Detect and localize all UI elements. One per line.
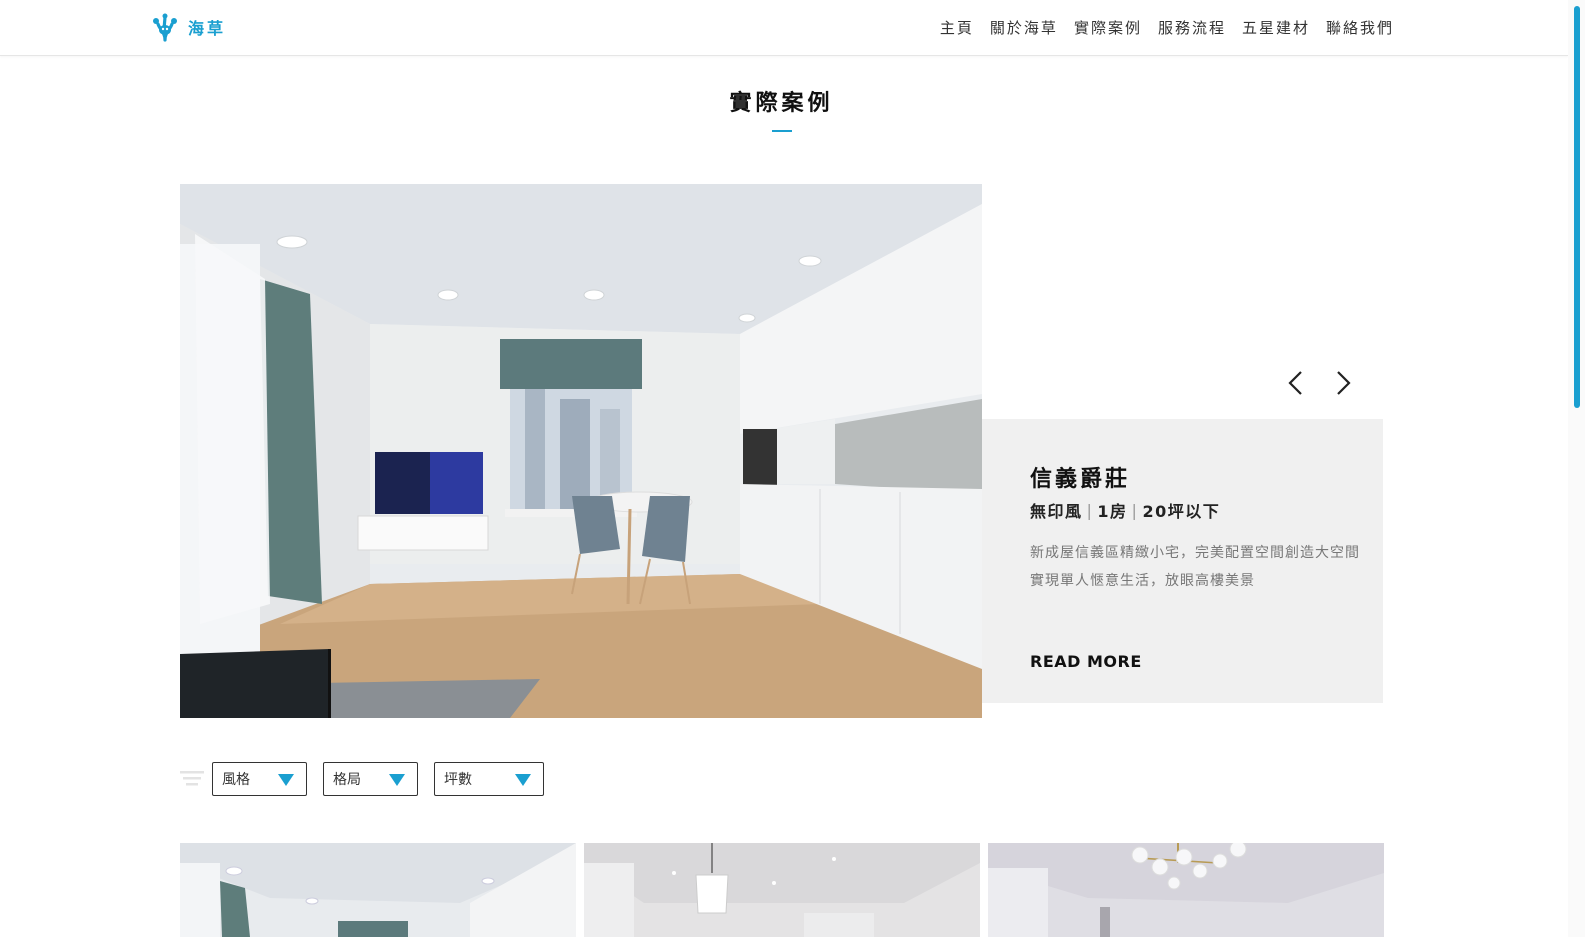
case-style: 無印風 — [1030, 502, 1083, 521]
case-thumbnail[interactable] — [180, 843, 576, 937]
case-size: 20坪以下 — [1142, 502, 1221, 521]
brand-logo[interactable]: 海草 — [150, 12, 226, 42]
caret-down-icon — [389, 774, 405, 786]
style-filter-label: 風格 — [222, 772, 250, 788]
case-title: 信義爵莊 — [1030, 467, 1131, 492]
read-more-link[interactable]: READ MORE — [1030, 652, 1142, 671]
layout-filter-dropdown[interactable]: 格局 — [323, 762, 418, 796]
thumbnail-photo — [584, 843, 980, 937]
case-rooms: 1房 — [1097, 502, 1128, 521]
thumbnail-photo — [180, 843, 576, 937]
scrollbar-thumb[interactable] — [1574, 6, 1580, 408]
site-header: 海草 主頁 關於海草 實際案例 服務流程 五星建材 聯絡我們 — [0, 0, 1568, 56]
meta-separator: | — [1086, 500, 1094, 520]
nav-item-home[interactable]: 主頁 — [940, 17, 974, 38]
interior-photo — [180, 184, 982, 718]
seaweed-logo-icon — [153, 13, 177, 42]
size-filter-dropdown[interactable]: 坪數 — [434, 762, 544, 796]
caret-down-icon — [278, 774, 294, 786]
carousel-prev-button[interactable] — [1284, 368, 1308, 398]
nav-item-cases[interactable]: 實際案例 — [1074, 17, 1142, 38]
carousel-next-button[interactable] — [1331, 368, 1355, 398]
size-filter-label: 坪數 — [444, 772, 472, 788]
nav-item-about[interactable]: 關於海草 — [990, 17, 1058, 38]
chevron-right-icon — [1337, 371, 1351, 395]
nav-item-materials[interactable]: 五星建材 — [1242, 17, 1310, 38]
featured-case-card: 信義爵莊 無印風 | 1房 | 20坪以下 新成屋信義區精緻小宅，完美配置空間創… — [982, 419, 1383, 703]
case-description: 新成屋信義區精緻小宅，完美配置空間創造大空間實現單人愜意生活，放眼高樓美景 — [1030, 545, 1360, 589]
case-thumbnail[interactable] — [584, 843, 980, 937]
nav-item-process[interactable]: 服務流程 — [1158, 17, 1226, 38]
case-meta: 無印風 | 1房 | 20坪以下 — [1030, 498, 1220, 522]
filter-icon — [180, 770, 204, 788]
chevron-left-icon — [1288, 371, 1302, 395]
brand-name: 海草 — [188, 19, 227, 38]
featured-case-photo[interactable] — [180, 184, 982, 718]
page-title: 實際案例 — [729, 91, 834, 116]
thumbnail-photo — [988, 843, 1384, 937]
title-underline — [772, 130, 792, 132]
nav-item-contact[interactable]: 聯絡我們 — [1326, 17, 1394, 38]
caret-down-icon — [515, 774, 531, 786]
case-thumbnail[interactable] — [988, 843, 1384, 937]
layout-filter-label: 格局 — [333, 772, 361, 788]
meta-separator: | — [1131, 500, 1139, 520]
main-nav: 主頁 關於海草 實際案例 服務流程 五星建材 聯絡我們 — [940, 17, 1394, 38]
style-filter-dropdown[interactable]: 風格 — [212, 762, 307, 796]
page-scrollbar[interactable] — [1568, 0, 1585, 937]
